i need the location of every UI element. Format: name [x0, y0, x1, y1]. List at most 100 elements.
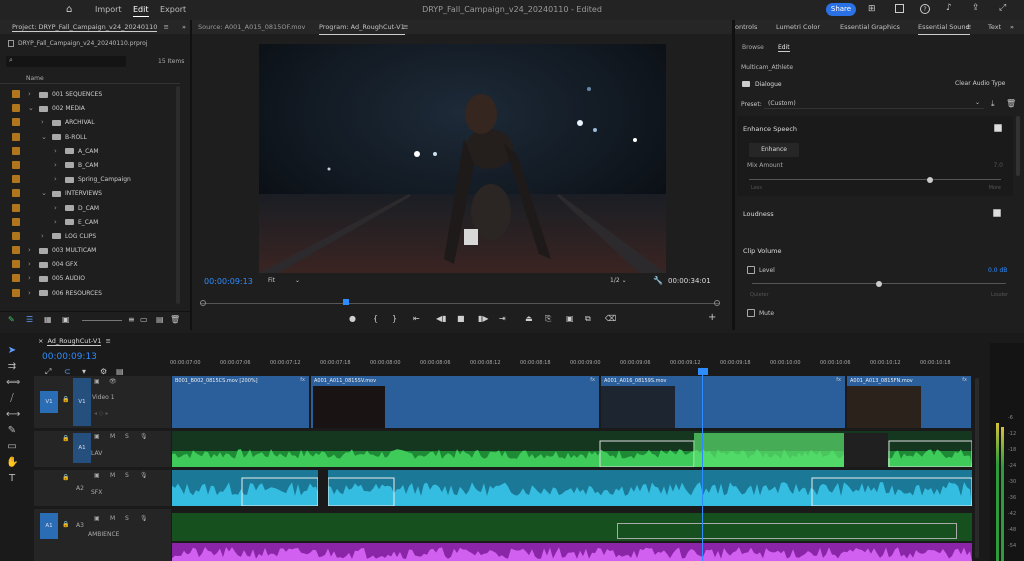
lock-icon[interactable]: 🔒: [62, 396, 69, 403]
level-value[interactable]: 0.0 dB: [988, 267, 1007, 274]
new-bin-icon[interactable]: ▭: [140, 315, 148, 324]
help-icon[interactable]: ?: [920, 4, 930, 14]
microphone-icon[interactable]: 🎙: [140, 515, 148, 522]
freeform-view-icon[interactable]: ▣: [62, 315, 70, 324]
wrench-icon[interactable]: 🔧: [653, 276, 663, 285]
bin-row[interactable]: › LOG CLIPS: [0, 229, 180, 243]
fullscreen-icon[interactable]: ⤢: [999, 3, 1006, 13]
essential-sound-scrollbar[interactable]: [1016, 116, 1020, 176]
ripple-edit-icon[interactable]: ⟺: [6, 377, 20, 389]
sync-lock-icon[interactable]: ▣: [94, 433, 100, 440]
clear-audio-type-button[interactable]: Clear Audio Type: [955, 80, 1005, 87]
chevron-right-icon[interactable]: ›: [28, 286, 36, 300]
icon-view-icon[interactable]: ▦: [44, 315, 52, 324]
bin-row[interactable]: › 001 SEQUENCES: [0, 87, 180, 101]
sync-lock-icon[interactable]: ▣: [94, 378, 100, 385]
sync-lock-icon[interactable]: ▣: [94, 515, 100, 522]
essential-graphics-tab[interactable]: Essential Graphics: [840, 20, 900, 34]
chevron-down-icon[interactable]: ⌄: [41, 186, 49, 200]
preset-dropdown[interactable]: (Custom) ⌄: [764, 99, 984, 109]
edit-subtab[interactable]: Edit: [778, 44, 790, 52]
essential-sound-menu-icon[interactable]: ≡: [966, 20, 971, 34]
timeline-settings-icon[interactable]: ⚙: [100, 367, 107, 376]
sequence-menu-icon[interactable]: ≡: [105, 337, 110, 345]
go-to-in-icon[interactable]: ⇤: [413, 314, 420, 323]
v1-target-patch[interactable]: V1: [73, 378, 91, 426]
source-tab[interactable]: Source: A001_A015_0815OF.mov: [198, 20, 305, 34]
extract-icon[interactable]: ⎘: [545, 314, 551, 324]
panel-menu-icon[interactable]: ≡: [164, 23, 169, 31]
hand-tool-icon[interactable]: ✋: [6, 457, 18, 469]
track-select-icon[interactable]: ⇉: [6, 361, 18, 373]
delete-preset-icon[interactable]: 🗑: [1006, 99, 1016, 108]
label-color-swatch[interactable]: [12, 260, 20, 269]
text-tab[interactable]: Text: [988, 20, 1001, 34]
bin-row[interactable]: › 003 MULTICAM: [0, 243, 180, 257]
video-clip[interactable]: A001_A011_0815SV.mov fx: [311, 376, 599, 428]
program-scrub-bar[interactable]: [200, 299, 720, 306]
new-item-icon[interactable]: ▤: [156, 315, 164, 324]
label-color-swatch[interactable]: [12, 90, 20, 98]
mute-track-button[interactable]: M: [110, 515, 115, 522]
label-color-swatch[interactable]: [12, 203, 20, 212]
browse-subtab[interactable]: Browse: [742, 44, 764, 51]
go-to-out-icon[interactable]: ⇥: [499, 314, 506, 323]
mix-amount-knob[interactable]: [927, 177, 934, 183]
fit-dropdown[interactable]: Fit ⌄: [268, 277, 302, 286]
keyframe-nav-icon[interactable]: ◂ ◇ ▸: [94, 410, 108, 417]
chevron-right-icon[interactable]: ›: [41, 229, 49, 243]
sort-icon[interactable]: ≡: [128, 315, 135, 324]
type-tool-icon[interactable]: T: [6, 473, 18, 485]
label-color-swatch[interactable]: [12, 189, 20, 198]
eye-icon[interactable]: 👁: [109, 378, 117, 385]
rectangle-tool-icon[interactable]: ▭: [6, 441, 18, 453]
stop-icon[interactable]: ■: [457, 314, 465, 323]
a3-target-patch[interactable]: A3: [76, 522, 84, 529]
add-marker-icon[interactable]: ▾: [82, 367, 86, 376]
label-color-swatch[interactable]: [12, 118, 20, 127]
mix-amount-slider[interactable]: [749, 177, 1001, 183]
video-clip[interactable]: B001_B002_0815CS.mov [200%] fx: [172, 376, 309, 428]
label-color-swatch[interactable]: [12, 104, 20, 113]
bin-row[interactable]: › B_CAM: [0, 158, 180, 172]
timeline-scrollbar[interactable]: [975, 378, 979, 558]
ambience-transition[interactable]: [617, 523, 957, 539]
bin-row[interactable]: › E_CAM: [0, 215, 180, 229]
chevron-down-icon[interactable]: ⌄: [28, 101, 36, 115]
solo-track-button[interactable]: S: [125, 433, 129, 440]
project-tab[interactable]: Project: DRYP_Fall_Campaign_v24_20240110: [12, 23, 158, 32]
label-color-swatch[interactable]: [12, 231, 20, 240]
chevron-right-icon[interactable]: ›: [28, 87, 36, 101]
resolution-dropdown[interactable]: 1/2 ⌄: [610, 277, 630, 284]
step-back-icon[interactable]: ◀▮: [436, 314, 447, 323]
effect-controls-tab[interactable]: ontrols: [735, 20, 757, 34]
enhance-speech-checkbox[interactable]: [994, 124, 1002, 132]
chevron-right-icon[interactable]: ›: [41, 115, 49, 129]
clip-volume-slider[interactable]: [752, 281, 1006, 287]
v1-source-patch[interactable]: V1: [40, 391, 58, 413]
a1-source-patch[interactable]: A1: [40, 513, 58, 539]
chevron-right-icon[interactable]: ›: [54, 158, 62, 172]
bin-row[interactable]: › D_CAM: [0, 201, 180, 215]
zoom-slider[interactable]: [82, 320, 122, 321]
timeline-ruler[interactable]: 00:00:07:00 00:00:07:06 00:00:07:12 00:00:0…: [170, 357, 972, 377]
program-video-frame[interactable]: [259, 44, 666, 273]
camera-icon[interactable]: ▣: [566, 314, 574, 323]
share-button[interactable]: Share: [826, 3, 856, 16]
mark-out-icon[interactable]: }: [392, 314, 397, 323]
save-preset-icon[interactable]: ⤓: [991, 99, 995, 109]
expand-panels-icon[interactable]: »: [182, 20, 186, 34]
chevron-right-icon[interactable]: ›: [28, 271, 36, 285]
bin-row[interactable]: › A_CAM: [0, 144, 180, 158]
bin-row[interactable]: ⌄ INTERVIEWS: [0, 186, 180, 200]
name-column-header[interactable]: Name: [0, 72, 180, 84]
essential-sound-tab[interactable]: Essential Sound: [918, 20, 970, 35]
bin-row[interactable]: ⌄ B-ROLL: [0, 130, 180, 144]
delete-icon[interactable]: 🗑: [170, 315, 180, 324]
chevron-right-icon[interactable]: ›: [28, 257, 36, 271]
pencil-icon[interactable]: ✎: [8, 315, 15, 324]
lock-icon[interactable]: 🔒: [62, 521, 69, 528]
music-clip[interactable]: [172, 543, 972, 561]
microphone-icon[interactable]: 🎙: [140, 433, 148, 440]
maximize-icon[interactable]: [895, 4, 904, 13]
